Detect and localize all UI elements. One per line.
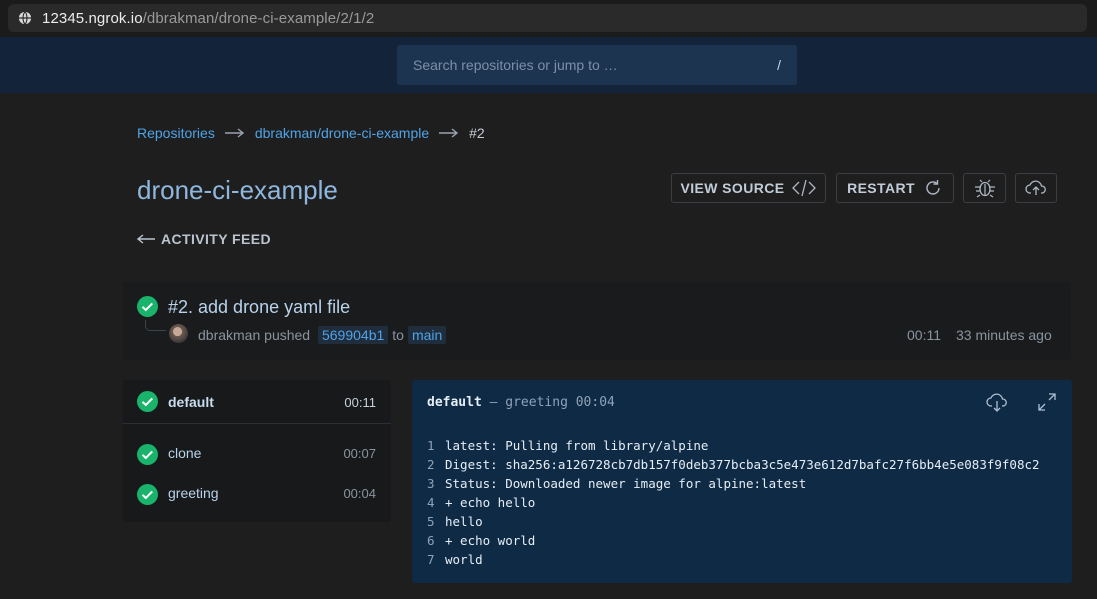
search-placeholder: Search repositories or jump to …: [413, 57, 618, 73]
log-line: 7 world: [427, 550, 1040, 569]
url-text: 12345.ngrok.io/dbrakman/drone-ci-example…: [42, 10, 374, 27]
log-line: 4 + echo hello: [427, 493, 1040, 512]
restart-button[interactable]: RESTART: [836, 173, 954, 203]
log-line-number: 1: [427, 438, 435, 453]
search-shortcut-hint: /: [777, 57, 781, 73]
step-label: clone: [168, 445, 202, 461]
refresh-icon: [923, 178, 943, 198]
commit-link[interactable]: 569904b1: [317, 326, 389, 344]
success-check-icon: [137, 484, 158, 510]
log-line: 3 Status: Downloaded newer image for alpi…: [427, 474, 1040, 493]
log-line: 5 hello: [427, 512, 1040, 531]
browser-bar: 12345.ngrok.io/dbrakman/drone-ci-example…: [0, 0, 1097, 37]
breadcrumb: Repositories dbrakman/drone-ci-example #…: [137, 124, 485, 142]
deploy-button[interactable]: [1015, 173, 1057, 203]
log-line-number: 7: [427, 552, 435, 567]
arrow-right-icon: [224, 128, 245, 138]
build-timestamp: 33 minutes ago: [956, 327, 1052, 343]
build-meta: dbrakman pushed 569904b1 to main: [198, 326, 450, 344]
log-lines: 1 latest: Pulling from library/alpine 2 Di…: [427, 436, 1040, 569]
success-check-icon: [137, 391, 158, 417]
success-check-icon: [137, 444, 158, 470]
build-action: pushed: [264, 327, 311, 343]
breadcrumb-repositories[interactable]: Repositories: [137, 125, 215, 141]
debug-button[interactable]: [963, 173, 1006, 203]
url-path: /dbrakman/drone-ci-example/2/1/2: [142, 9, 375, 27]
log-line-text: world: [445, 552, 483, 567]
globe-icon: [18, 10, 34, 26]
tree-connector: [145, 320, 166, 331]
build-author: dbrakman: [198, 327, 261, 343]
breadcrumb-current: #2: [469, 125, 485, 141]
step-greeting[interactable]: greeting 00:04: [123, 472, 391, 512]
address-bar[interactable]: 12345.ngrok.io/dbrakman/drone-ci-example…: [8, 4, 1087, 32]
app-header: Search repositories or jump to … /: [0, 37, 1097, 93]
bug-icon: [974, 178, 996, 198]
log-line-number: 5: [427, 514, 435, 529]
stage-list: default 00:11 clone 00:07 greeting 00:04: [123, 380, 391, 522]
log-line-text: latest: Pulling from library/alpine: [445, 438, 709, 453]
stage-time: 00:11: [344, 395, 376, 410]
restart-label: RESTART: [847, 180, 915, 196]
log-header: default — greeting 00:04: [427, 395, 615, 410]
cloud-upload-icon: [1025, 179, 1047, 197]
search-input[interactable]: Search repositories or jump to … /: [397, 45, 797, 85]
build-to: to: [392, 327, 404, 343]
step-time: 00:07: [343, 446, 376, 461]
build-duration: 00:11: [907, 327, 941, 343]
breadcrumb-repo[interactable]: dbrakman/drone-ci-example: [255, 125, 429, 141]
log-line-text: + echo hello: [445, 495, 536, 510]
activity-feed-link[interactable]: ACTIVITY FEED: [137, 231, 271, 247]
step-time: 00:04: [343, 486, 376, 501]
log-line-number: 4: [427, 495, 435, 510]
build-summary-card: #2. add drone yaml file dbrakman pushed …: [123, 282, 1071, 360]
arrow-right-icon: [439, 128, 459, 138]
download-icon[interactable]: [986, 391, 1008, 418]
log-line: 2 Digest: sha256:a126728cb7db157f0deb377b…: [427, 455, 1040, 474]
code-icon: [792, 179, 817, 197]
branch-link[interactable]: main: [407, 326, 447, 344]
stage-label: default: [168, 394, 214, 410]
log-line-text: hello: [445, 514, 483, 529]
log-step-time: 00:04: [575, 395, 615, 410]
log-line-text: Digest: sha256:a126728cb7db157f0deb377bc…: [445, 457, 1040, 472]
log-step-name: greeting: [505, 395, 568, 410]
log-separator: —: [489, 395, 498, 410]
log-panel: default — greeting 00:04 1 latest: Pullin…: [412, 380, 1072, 583]
view-source-button[interactable]: VIEW SOURCE: [671, 173, 826, 203]
view-source-label: VIEW SOURCE: [680, 180, 785, 196]
log-line-number: 6: [427, 533, 435, 548]
expand-icon[interactable]: [1038, 393, 1056, 416]
url-host: 12345.ngrok.io: [42, 9, 143, 27]
build-title: #2. add drone yaml file: [168, 297, 351, 317]
step-label: greeting: [168, 485, 219, 501]
log-line-text: + echo world: [445, 533, 536, 548]
log-line: 1 latest: Pulling from library/alpine: [427, 436, 1040, 455]
stage-default[interactable]: default 00:11: [123, 380, 391, 424]
arrow-left-icon: [137, 234, 155, 244]
log-line: 6 + echo world: [427, 531, 1040, 550]
step-clone[interactable]: clone 00:07: [123, 432, 391, 472]
avatar: [169, 324, 188, 343]
success-check-icon: [137, 296, 158, 322]
page-title: drone-ci-example: [137, 175, 338, 205]
log-line-number: 2: [427, 457, 435, 472]
activity-feed-label: ACTIVITY FEED: [161, 231, 271, 247]
log-stage-name: default: [427, 395, 482, 410]
log-line-number: 3: [427, 476, 435, 491]
log-line-text: Status: Downloaded newer image for alpin…: [445, 476, 807, 491]
